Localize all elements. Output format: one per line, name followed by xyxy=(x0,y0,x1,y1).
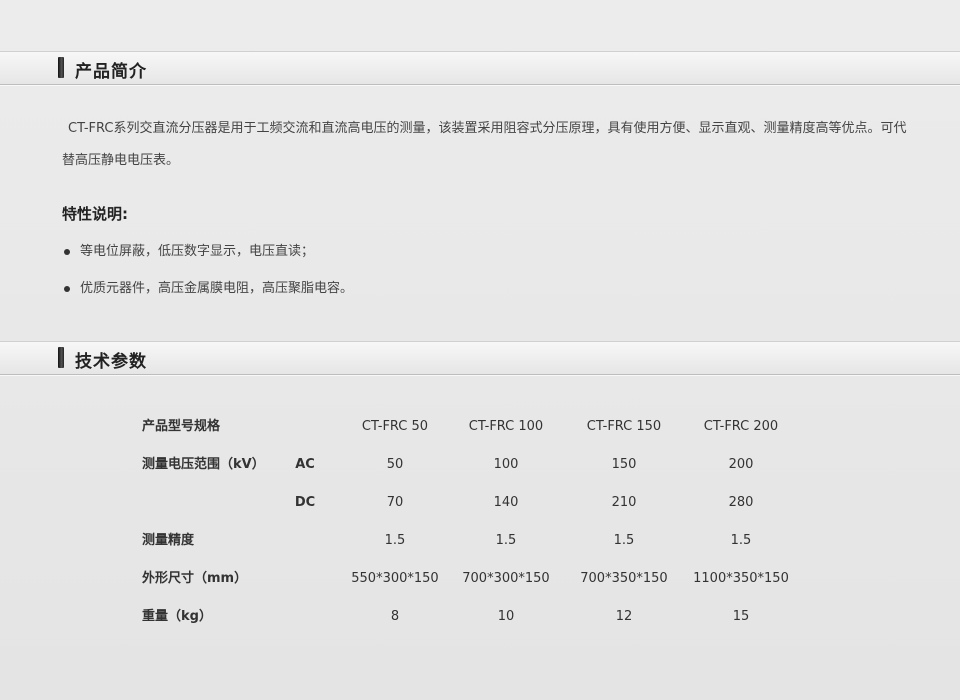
table-cell: 150 xyxy=(611,457,637,472)
table-cell: 15 xyxy=(732,609,750,624)
row-label: 重量（kg） xyxy=(142,609,212,624)
table-cell: 1.5 xyxy=(730,533,752,548)
table-cell: 12 xyxy=(615,609,633,624)
table-cell: 200 xyxy=(728,457,754,472)
table-cell: 550*300*150 xyxy=(351,571,439,586)
table-cell: 70 xyxy=(386,495,404,510)
table-row: 外形尺寸（mm） 550*300*150 700*300*150 700*350… xyxy=(0,560,960,598)
table-cell: CT-FRC 100 xyxy=(468,419,544,434)
table-cell: 100 xyxy=(493,457,519,472)
section-header-spec: 技术参数 xyxy=(0,341,960,375)
bullet-icon xyxy=(64,249,70,255)
table-cell: CT-FRC 150 xyxy=(586,419,662,434)
table-row: 重量（kg） 8 10 12 15 xyxy=(0,598,960,636)
features-heading: 特性说明: xyxy=(62,205,128,223)
intro-paragraph: CT-FRC系列交直流分压器是用于工频交流和直流高电压的测量，该装置采用阻容式分… xyxy=(62,121,907,168)
table-cell: 1.5 xyxy=(613,533,635,548)
list-item: 等电位屏蔽，低压数字显示，电压直读； xyxy=(62,238,353,275)
table-cell: 700*300*150 xyxy=(462,571,550,586)
table-cell: 210 xyxy=(611,495,637,510)
table-cell: 50 xyxy=(386,457,404,472)
section-title-intro: 产品简介 xyxy=(75,62,147,82)
feature-text: 等电位屏蔽，低压数字显示，电压直读； xyxy=(80,244,315,259)
row-label: 产品型号规格 xyxy=(142,419,221,434)
features-list: 等电位屏蔽，低压数字显示，电压直读； 优质元器件，高压金属膜电阻，高压聚脂电容。 xyxy=(62,238,353,312)
row-label: 测量电压范围（kV） xyxy=(142,457,265,472)
table-row: 测量电压范围（kV） AC 50 100 150 200 xyxy=(0,446,960,484)
section-marker-icon xyxy=(58,57,64,78)
row-label: 外形尺寸（mm） xyxy=(142,571,248,586)
list-item: 优质元器件，高压金属膜电阻，高压聚脂电容。 xyxy=(62,275,353,312)
table-cell: 10 xyxy=(497,609,515,624)
row-label: 测量精度 xyxy=(142,533,195,548)
section-title-spec: 技术参数 xyxy=(75,352,147,372)
table-row: 产品型号规格 CT-FRC 50 CT-FRC 100 CT-FRC 150 C… xyxy=(0,408,960,446)
feature-text: 优质元器件，高压金属膜电阻，高压聚脂电容。 xyxy=(80,281,354,296)
table-cell: 1.5 xyxy=(384,533,406,548)
table-cell: 1.5 xyxy=(495,533,517,548)
row-sublabel: DC xyxy=(294,495,316,510)
table-cell: 280 xyxy=(728,495,754,510)
bullet-icon xyxy=(64,286,70,292)
spec-table: 产品型号规格 CT-FRC 50 CT-FRC 100 CT-FRC 150 C… xyxy=(0,408,960,636)
table-cell: 140 xyxy=(493,495,519,510)
section-header-intro: 产品简介 xyxy=(0,51,960,85)
section-marker-icon xyxy=(58,347,64,368)
table-cell: 700*350*150 xyxy=(580,571,668,586)
table-cell: CT-FRC 200 xyxy=(703,419,779,434)
table-cell: 8 xyxy=(390,609,400,624)
table-cell: CT-FRC 50 xyxy=(361,419,429,434)
table-cell: 1100*350*150 xyxy=(693,571,789,586)
table-row: DC 70 140 210 280 xyxy=(0,484,960,522)
row-sublabel: AC xyxy=(295,457,315,472)
table-row: 测量精度 1.5 1.5 1.5 1.5 xyxy=(0,522,960,560)
